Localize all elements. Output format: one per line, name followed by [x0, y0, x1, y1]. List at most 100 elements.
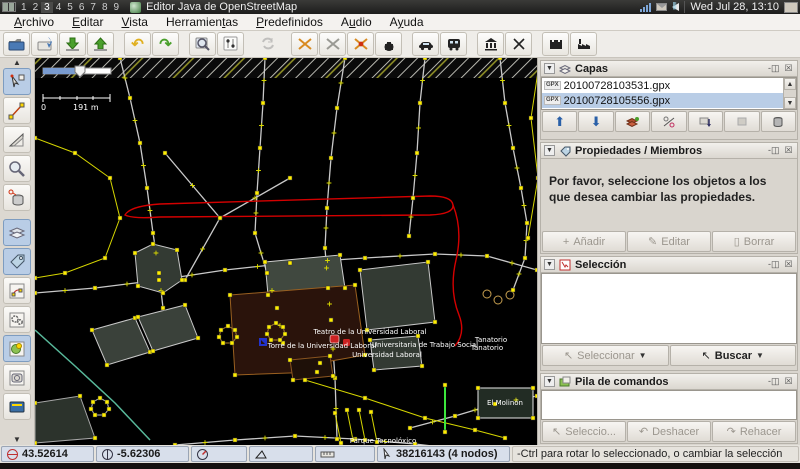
workspace-4[interactable]: 4 — [53, 2, 65, 13]
map-node[interactable] — [418, 101, 422, 105]
layer-merge-button[interactable] — [688, 111, 723, 132]
map-node[interactable] — [35, 441, 37, 445]
add-property-button[interactable]: +Añadir — [542, 231, 626, 252]
workspace-8[interactable]: 8 — [99, 2, 111, 13]
layer-row[interactable]: GPX20100728103531.gpx — [542, 78, 783, 93]
castle-preset-button[interactable] — [542, 32, 569, 56]
menu-editar[interactable]: Editar — [64, 14, 111, 30]
bus-preset-button[interactable] — [440, 32, 467, 56]
zoom-to-selection-button[interactable] — [189, 32, 216, 56]
workspace-9[interactable]: 9 — [111, 2, 123, 13]
map-node[interactable] — [525, 221, 529, 225]
map-node[interactable] — [338, 253, 342, 257]
map-node[interactable] — [498, 58, 502, 60]
pin-icon[interactable]: -◫ — [768, 259, 779, 270]
map-node[interactable] — [105, 400, 109, 404]
open-file-button[interactable] — [3, 32, 30, 56]
map-node[interactable] — [523, 256, 527, 260]
map-node[interactable] — [503, 436, 507, 440]
map-node[interactable] — [161, 306, 165, 310]
map-node[interactable] — [535, 394, 537, 398]
console-dialog-button[interactable] — [3, 393, 31, 420]
command-undo-button[interactable]: ↶Deshacer — [627, 421, 711, 442]
map-node[interactable] — [407, 234, 411, 238]
map-node[interactable] — [453, 414, 457, 418]
layers-panel-header[interactable]: ▼ Capas -◫ ☒ — [541, 61, 797, 77]
map-node[interactable] — [151, 242, 155, 246]
map-node[interactable] — [369, 410, 373, 414]
select-button[interactable]: ↖Seleccionar▼ — [542, 345, 669, 366]
save-button[interactable] — [31, 32, 58, 56]
layer-duplicate-button[interactable] — [724, 111, 759, 132]
selection-dialog-button[interactable] — [3, 335, 31, 362]
map-node[interactable] — [157, 278, 161, 282]
map-node[interactable] — [183, 303, 187, 307]
map-node[interactable] — [233, 438, 237, 442]
delete-property-button[interactable]: ▯Borrar — [712, 231, 796, 252]
properties-dialog-button[interactable] — [3, 248, 31, 275]
map-node[interactable] — [265, 271, 269, 275]
workspace-3[interactable]: 3 — [41, 2, 53, 13]
map-node[interactable] — [329, 156, 333, 160]
map-node[interactable] — [476, 416, 480, 420]
download-button[interactable] — [59, 32, 86, 56]
map-node[interactable] — [326, 286, 330, 290]
map-node[interactable] — [136, 284, 140, 288]
toolcol-scroll-down[interactable]: ▼ — [4, 436, 30, 444]
pin-icon[interactable]: -◫ — [768, 376, 779, 387]
map-node[interactable] — [293, 434, 297, 438]
map-node[interactable] — [93, 436, 97, 440]
map-node[interactable] — [93, 413, 97, 417]
map-node[interactable] — [221, 341, 225, 345]
map-node[interactable] — [90, 328, 94, 332]
clock[interactable]: Wed Jul 28, 13:10 — [684, 1, 779, 13]
map-node[interactable] — [281, 325, 285, 329]
map-node[interactable] — [335, 106, 339, 110]
preferences-button[interactable] — [217, 32, 244, 56]
map-node[interactable] — [291, 378, 295, 382]
map-node[interactable] — [163, 151, 167, 155]
map-node[interactable] — [151, 349, 155, 353]
map-node[interactable] — [157, 271, 161, 275]
map-node[interactable] — [328, 354, 332, 358]
map-node[interactable] — [226, 324, 230, 328]
map-node[interactable] — [63, 271, 67, 275]
menu-audio[interactable]: Audio — [333, 14, 380, 30]
map-node[interactable] — [180, 278, 184, 282]
properties-panel-header[interactable]: ▼ Propiedades / Miembros -◫ ☒ — [541, 143, 797, 159]
map-node[interactable] — [511, 146, 515, 150]
map-node[interactable] — [93, 286, 97, 290]
map-node[interactable] — [357, 408, 361, 412]
scroll-up-icon[interactable]: ▲ — [784, 78, 796, 90]
workspace-6[interactable]: 6 — [76, 2, 88, 13]
map-node[interactable] — [133, 251, 137, 255]
undo-button[interactable]: ↶ — [124, 32, 151, 56]
layer-row[interactable]: GPX20100728105556.gpx — [542, 93, 783, 108]
selection-panel-header[interactable]: ▼ Selección -◫ ☒ — [541, 257, 797, 273]
map-node[interactable] — [151, 231, 155, 235]
scroll-down-icon[interactable]: ▼ — [784, 97, 796, 109]
map-node[interactable] — [217, 335, 221, 339]
map-node[interactable] — [443, 430, 447, 434]
map-node[interactable] — [253, 231, 257, 235]
map-node[interactable] — [315, 370, 319, 374]
layer-move-up-button[interactable]: ⬆ — [542, 111, 577, 132]
map-node[interactable] — [353, 283, 357, 287]
monument-icon[interactable] — [259, 338, 267, 346]
map-node[interactable] — [426, 260, 430, 264]
collapse-icon[interactable]: ▼ — [544, 259, 555, 270]
selection-list[interactable] — [541, 273, 797, 344]
map-node[interactable] — [411, 196, 415, 200]
map-node[interactable] — [35, 136, 37, 140]
map-node[interactable] — [233, 373, 237, 377]
map-node[interactable] — [138, 141, 142, 145]
map-node[interactable] — [219, 328, 223, 332]
map-node[interactable] — [223, 268, 227, 272]
window-title[interactable]: Editor Java de OpenStreetMap — [146, 1, 297, 13]
menu-herramientas[interactable]: Herramientas — [158, 14, 246, 30]
map-node[interactable] — [265, 332, 269, 336]
map-node[interactable] — [267, 325, 271, 329]
map-node[interactable] — [288, 176, 292, 180]
map-node[interactable] — [78, 394, 82, 398]
pin-icon[interactable]: -◫ — [768, 63, 779, 74]
